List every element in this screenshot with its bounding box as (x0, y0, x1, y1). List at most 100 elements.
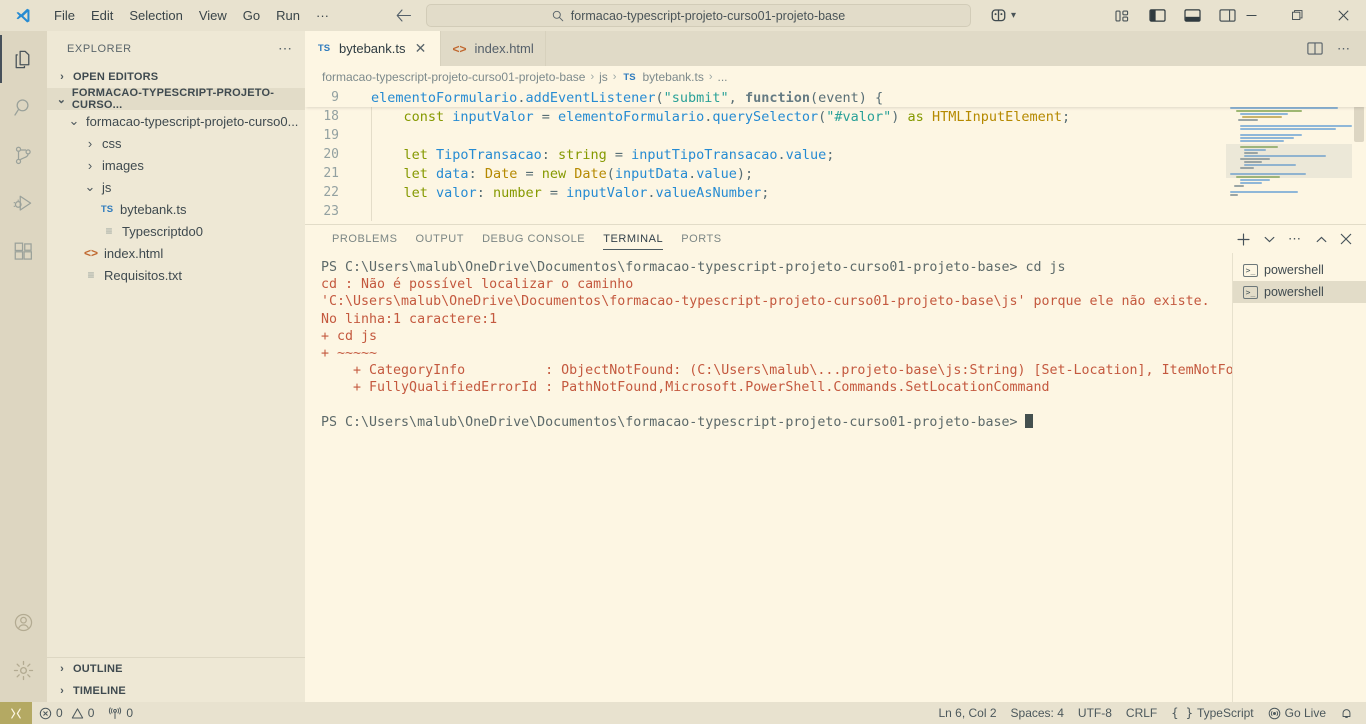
panel-tab-terminal[interactable]: TERMINAL (594, 225, 672, 253)
bottom-panel: PROBLEMS OUTPUT DEBUG CONSOLE TERMINAL P… (305, 224, 1366, 702)
status-ports[interactable]: 0 (101, 702, 140, 724)
minimize-button[interactable] (1228, 0, 1274, 31)
section-outline[interactable]: › OUTLINE (47, 658, 305, 680)
status-language-mode[interactable]: { } TypeScript (1164, 702, 1260, 724)
terminal-line: No linha:1 caractere:1 (321, 311, 498, 327)
tree-item-index-html[interactable]: <> index.html (47, 242, 305, 264)
code-lines[interactable]: 18 const inputValor = elementoFormulario… (305, 107, 1366, 221)
activity-explorer[interactable] (0, 35, 47, 83)
activity-settings[interactable] (0, 646, 47, 694)
tab-close-icon[interactable]: ✕ (413, 40, 429, 57)
sticky-scroll-line[interactable]: 9 elementoFormulario.addEventListener("s… (305, 88, 1366, 107)
code-line[interactable]: 23 (305, 202, 1366, 221)
menu-edit[interactable]: Edit (83, 4, 121, 27)
customize-layout-icon[interactable] (1115, 9, 1131, 23)
toggle-panel-icon[interactable] (1184, 8, 1201, 23)
code-token: : (541, 146, 558, 163)
remote-indicator[interactable] (0, 702, 32, 724)
terminal-entry-1[interactable]: >_ powershell (1233, 259, 1366, 281)
editor-more-actions-icon[interactable]: ⋯ (1337, 41, 1352, 57)
tab-bytebank-ts[interactable]: TS bytebank.ts ✕ (305, 31, 441, 66)
status-encoding[interactable]: UTF-8 (1071, 702, 1119, 724)
ports-count: 0 (126, 706, 134, 720)
code-token: let (403, 146, 428, 163)
menu-more[interactable]: ··· (308, 4, 337, 27)
status-indentation[interactable]: Spaces: 4 (1004, 702, 1071, 724)
panel-tab-ports[interactable]: PORTS (672, 225, 730, 253)
menu-go[interactable]: Go (235, 4, 268, 27)
close-panel-icon[interactable] (1340, 233, 1352, 245)
status-eol[interactable]: CRLF (1119, 702, 1164, 724)
activity-search[interactable] (0, 83, 47, 131)
remote-accounts-group[interactable]: ▾ (989, 7, 1016, 24)
code-editor[interactable]: 9 elementoFormulario.addEventListener("s… (305, 88, 1366, 224)
activity-run-debug[interactable] (0, 179, 47, 227)
tree-item-bytebank-ts[interactable]: TS bytebank.ts (47, 198, 305, 220)
code-line[interactable]: 21 let data: Date = new Date(inputData.v… (305, 164, 1366, 183)
remote-explorer-icon[interactable] (989, 7, 1008, 24)
section-workspace-folder[interactable]: ⌄ FORMACAO-TYPESCRIPT-PROJETO-CURSO... (47, 87, 305, 111)
menu-file[interactable]: File (46, 4, 83, 27)
panel-tab-output[interactable]: OUTPUT (407, 225, 474, 253)
breadcrumb-item-symbol[interactable]: ... (718, 70, 728, 84)
code-token: ( (655, 89, 664, 106)
status-go-live-label: Go Live (1284, 706, 1326, 720)
status-problems[interactable]: 0 0 (32, 702, 101, 724)
chevron-down-icon[interactable]: ▾ (1011, 10, 1016, 21)
back-icon[interactable] (395, 8, 412, 23)
terminal-output[interactable]: PS C:\Users\malub\OneDrive\Documentos\fo… (305, 253, 1232, 702)
code-line-text: let data: Date = new Date(inputData.valu… (357, 165, 754, 182)
tree-item-js[interactable]: ⌄ js (47, 176, 305, 198)
command-center-search[interactable]: formacao-typescript-projeto-curso01-proj… (426, 4, 971, 27)
panel-more-actions-icon[interactable]: ⋯ (1288, 231, 1303, 247)
panel-tab-problems[interactable]: PROBLEMS (323, 225, 407, 253)
tree-item-images[interactable]: › images (47, 154, 305, 176)
code-line[interactable]: 20 let TipoTransacao: string = inputTipo… (305, 145, 1366, 164)
editor-scrollbar-thumb[interactable] (1354, 106, 1364, 142)
section-open-editors[interactable]: › OPEN EDITORS (47, 66, 305, 88)
terminal-entry-2[interactable]: >_ powershell (1233, 281, 1366, 303)
indent-guide (371, 107, 372, 221)
code-token: Date (574, 165, 607, 182)
activity-source-control[interactable] (0, 131, 47, 179)
menu-selection[interactable]: Selection (121, 4, 190, 27)
menu-bar[interactable]: File Edit Selection View Go Run ··· (46, 4, 337, 27)
new-terminal-icon[interactable] (1236, 232, 1251, 247)
status-notifications[interactable] (1333, 702, 1366, 724)
code-token: ( (818, 108, 827, 125)
menu-run[interactable]: Run (268, 4, 308, 27)
editor-scrollbar[interactable] (1352, 88, 1366, 224)
code-token: let (403, 184, 428, 201)
close-button[interactable] (1320, 0, 1366, 31)
status-cursor-position[interactable]: Ln 6, Col 2 (931, 702, 1003, 724)
code-token: = (541, 184, 567, 201)
code-line[interactable]: 22 let valor: number = inputValor.valueA… (305, 183, 1366, 202)
menu-view[interactable]: View (191, 4, 235, 27)
breadcrumb-item-project[interactable]: formacao-typescript-projeto-curso01-proj… (322, 70, 585, 84)
panel-tab-debug-console[interactable]: DEBUG CONSOLE (473, 225, 594, 253)
minimap-line (1240, 137, 1294, 139)
tree-item-typescriptdo0[interactable]: ≡ Typescriptdo0 (47, 220, 305, 242)
tab-index-html[interactable]: <> index.html (441, 31, 546, 66)
tree-item-css[interactable]: › css (47, 132, 305, 154)
sidebar-more-actions-icon[interactable]: ⋯ (278, 40, 293, 57)
status-go-live[interactable]: Go Live (1261, 702, 1333, 724)
breadcrumb-item-js[interactable]: js (599, 70, 608, 84)
split-editor-icon[interactable] (1307, 41, 1323, 56)
activity-extensions[interactable] (0, 227, 47, 275)
breadcrumb-item-file[interactable]: bytebank.ts (642, 70, 703, 84)
maximize-button[interactable] (1274, 0, 1320, 31)
sidebar-header: EXPLORER ⋯ (47, 31, 305, 66)
tree-item-requisitos-txt[interactable]: ≡ Requisitos.txt (47, 264, 305, 286)
terminal-profile-chevron-down-icon[interactable] (1264, 235, 1275, 244)
toggle-primary-sidebar-icon[interactable] (1149, 8, 1166, 23)
section-timeline[interactable]: › TIMELINE (47, 680, 305, 702)
sidebar-filler (47, 286, 305, 657)
code-line[interactable]: 19 (305, 126, 1366, 145)
tree-item-root-folder[interactable]: ⌄ formacao-typescript-projeto-curso0... (47, 110, 305, 132)
maximize-panel-chevron-up-icon[interactable] (1316, 235, 1327, 244)
activity-accounts[interactable] (0, 598, 47, 646)
code-line[interactable]: 18 const inputValor = elementoFormulario… (305, 107, 1366, 126)
minimap-slider[interactable] (1226, 144, 1352, 178)
